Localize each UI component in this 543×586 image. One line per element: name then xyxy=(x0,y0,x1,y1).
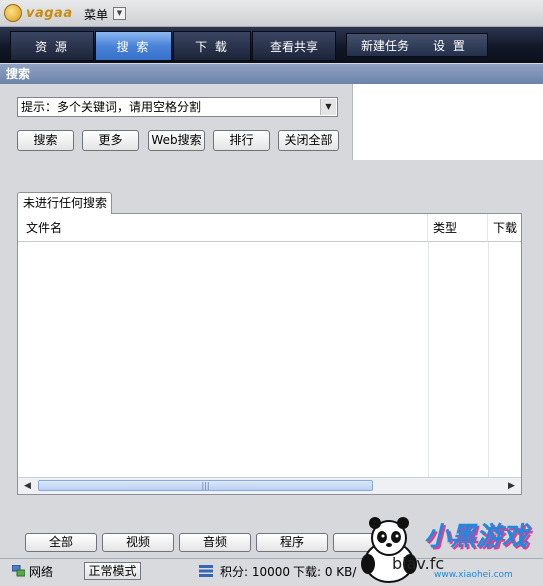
app-logo-text: vagaa xyxy=(26,5,73,21)
results-table: 文件名 类型 下载 ◀ ||| ▶ xyxy=(17,213,522,495)
filter-all-button[interactable]: 全部 xyxy=(25,533,97,552)
nav-action-group: 新建任务 设 置 xyxy=(346,33,488,57)
section-title: 搜索 xyxy=(0,64,543,84)
tab-download[interactable]: 下 载 xyxy=(173,31,251,61)
ranking-button[interactable]: 排行 xyxy=(213,130,270,151)
status-bar: 网络 正常模式 积分: 10000 下载: 0 KB/ xyxy=(0,558,543,586)
menu-dropdown-icon[interactable]: ▼ xyxy=(113,7,126,20)
app-logo: vagaa xyxy=(4,4,73,22)
filter-more-button[interactable] xyxy=(333,533,383,552)
network-icon xyxy=(12,565,25,577)
settings-button[interactable]: 设 置 xyxy=(433,34,467,58)
column-divider xyxy=(428,242,429,478)
more-button[interactable]: 更多 xyxy=(82,130,139,151)
title-bar: vagaa 菜单 ▼ xyxy=(0,0,543,27)
tab-search-results[interactable]: 未进行任何搜索 xyxy=(17,192,112,214)
list-icon xyxy=(199,565,213,577)
network-status: 网络 xyxy=(29,565,54,579)
search-hint: 提示：多个关键词，请用空格分割 xyxy=(21,100,202,114)
column-header-filename[interactable]: 文件名 xyxy=(18,214,428,242)
close-all-button[interactable]: 关闭全部 xyxy=(278,130,339,151)
watermark-brand: 小黑游戏 xyxy=(424,522,529,552)
column-header-type[interactable]: 类型 xyxy=(428,214,488,242)
web-search-button[interactable]: Web搜索 xyxy=(148,130,205,151)
points-status: 积分: 10000 xyxy=(220,565,291,579)
filter-audio-button[interactable]: 音频 xyxy=(179,533,251,552)
chevron-down-icon[interactable]: ▼ xyxy=(320,99,336,115)
tab-view-shared[interactable]: 查看共享 xyxy=(252,31,336,61)
tab-resources[interactable]: 资 源 xyxy=(10,31,94,61)
column-header-download[interactable]: 下载 xyxy=(488,214,521,242)
mode-button[interactable]: 正常模式 xyxy=(84,562,141,580)
scroll-left-icon[interactable]: ◀ xyxy=(20,479,35,493)
column-divider xyxy=(488,242,489,478)
main-nav: 资 源 搜 索 下 载 查看共享 新建任务 设 置 xyxy=(0,27,543,63)
horizontal-scrollbar[interactable]: ◀ ||| ▶ xyxy=(18,477,521,494)
new-task-button[interactable]: 新建任务 xyxy=(361,34,409,58)
scroll-right-icon[interactable]: ▶ xyxy=(504,479,519,493)
download-status: 下载: 0 KB/ xyxy=(293,565,357,579)
filter-video-button[interactable]: 视频 xyxy=(102,533,174,552)
side-panel xyxy=(352,84,543,160)
search-button[interactable]: 搜索 xyxy=(17,130,74,151)
tab-search[interactable]: 搜 索 xyxy=(95,31,172,61)
vagaa-logo-icon xyxy=(4,4,22,22)
search-input[interactable]: 提示：多个关键词，请用空格分割 ▼ xyxy=(17,97,338,117)
filter-program-button[interactable]: 程序 xyxy=(256,533,328,552)
menu-button[interactable]: 菜单 xyxy=(84,6,108,23)
scroll-thumb[interactable]: ||| xyxy=(38,480,373,491)
